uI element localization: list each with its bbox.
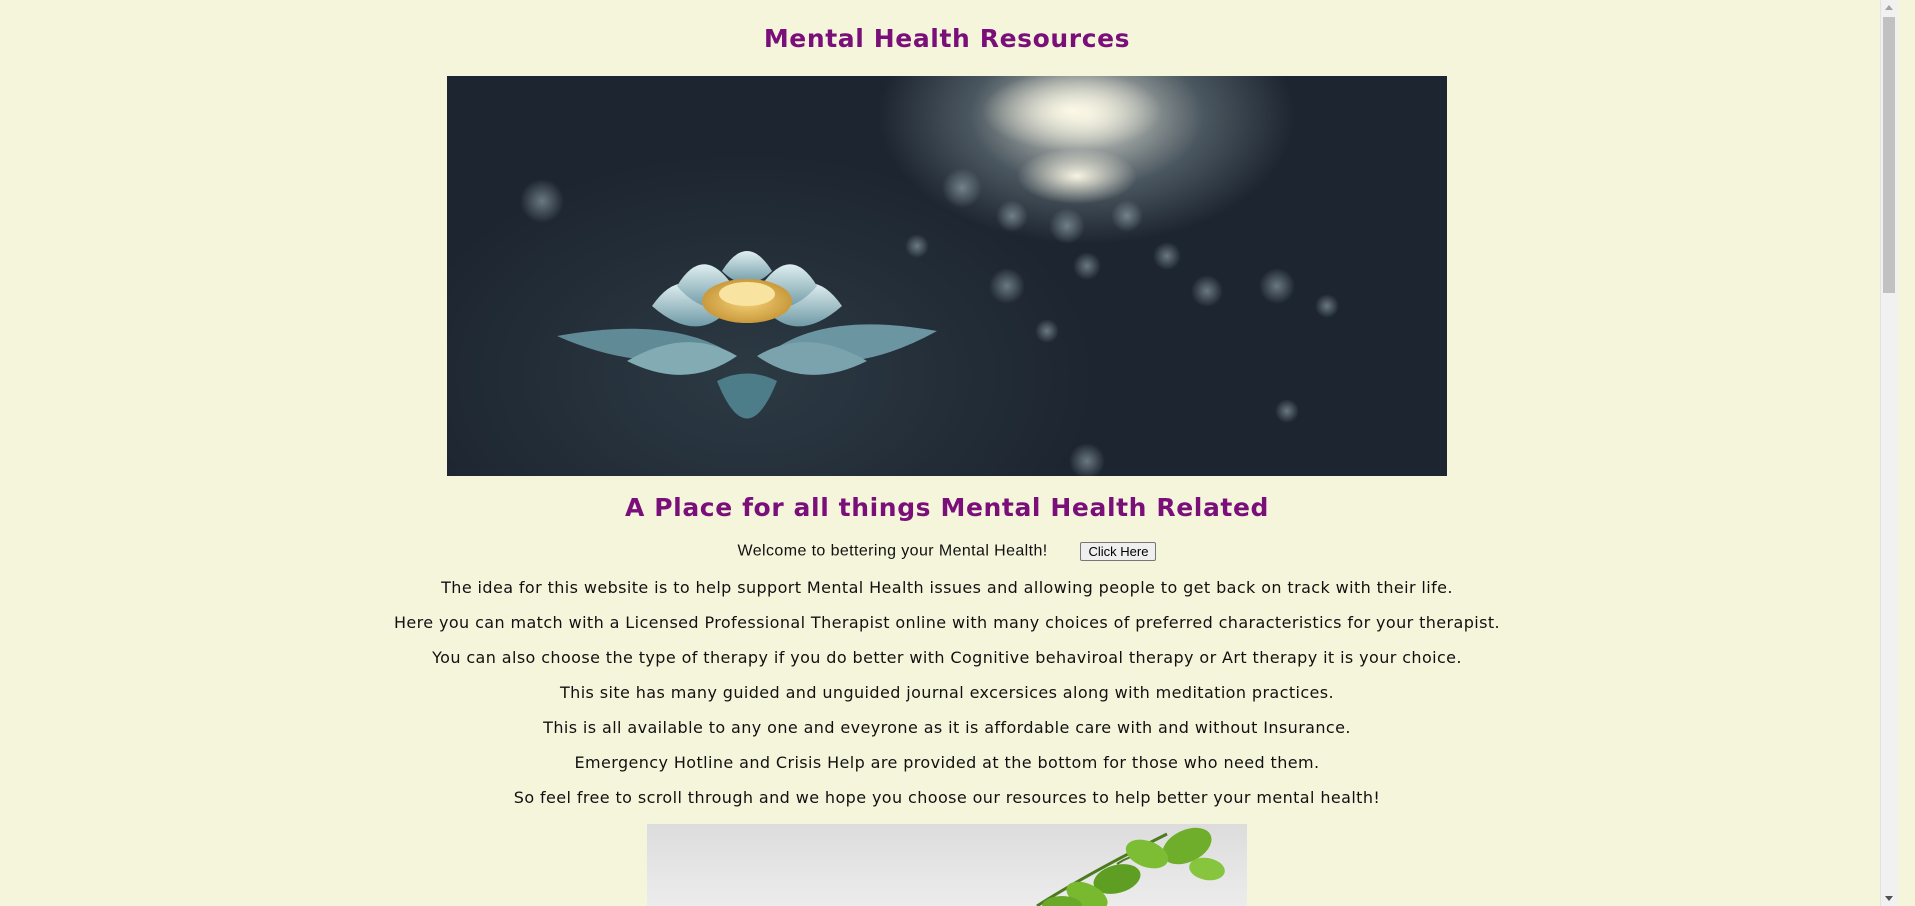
- lotus-illustration: [520, 76, 1339, 476]
- intro-paragraph-affordable: This is all available to any one and eve…: [543, 718, 1351, 737]
- intro-paragraph-purpose: The idea for this website is to help sup…: [441, 578, 1453, 597]
- vertical-scrollbar[interactable]: [1880, 0, 1898, 906]
- leaves-illustration: [1036, 827, 1225, 906]
- intro-paragraph-journal: This site has many guided and unguided j…: [559, 683, 1335, 702]
- intro-paragraph-therapist-match: Here you can match with a Licensed Profe…: [393, 613, 1501, 632]
- tagline-heading: A Place for all things Mental Health Rel…: [624, 493, 1270, 522]
- hero-lotus-image: [447, 76, 1447, 476]
- intro-paragraph-closing: So feel free to scroll through and we ho…: [513, 788, 1381, 807]
- page: Mental Health Resources A Place for all …: [0, 0, 1898, 906]
- plant-leaves-image: [647, 824, 1247, 906]
- welcome-row: Welcome to bettering your Mental Health!…: [0, 542, 1894, 561]
- click-here-button[interactable]: Click Here: [1080, 542, 1157, 561]
- scroll-thumb[interactable]: [1883, 17, 1895, 293]
- scroll-up-arrow-icon[interactable]: [1885, 5, 1893, 10]
- welcome-text: Welcome to bettering your Mental Health!: [737, 542, 1048, 560]
- scroll-down-arrow-icon[interactable]: [1885, 896, 1893, 901]
- intro-paragraph-therapy-type: You can also choose the type of therapy …: [432, 648, 1462, 667]
- intro-paragraph-emergency: Emergency Hotline and Crisis Help are pr…: [574, 753, 1320, 772]
- site-title: Mental Health Resources: [763, 24, 1131, 53]
